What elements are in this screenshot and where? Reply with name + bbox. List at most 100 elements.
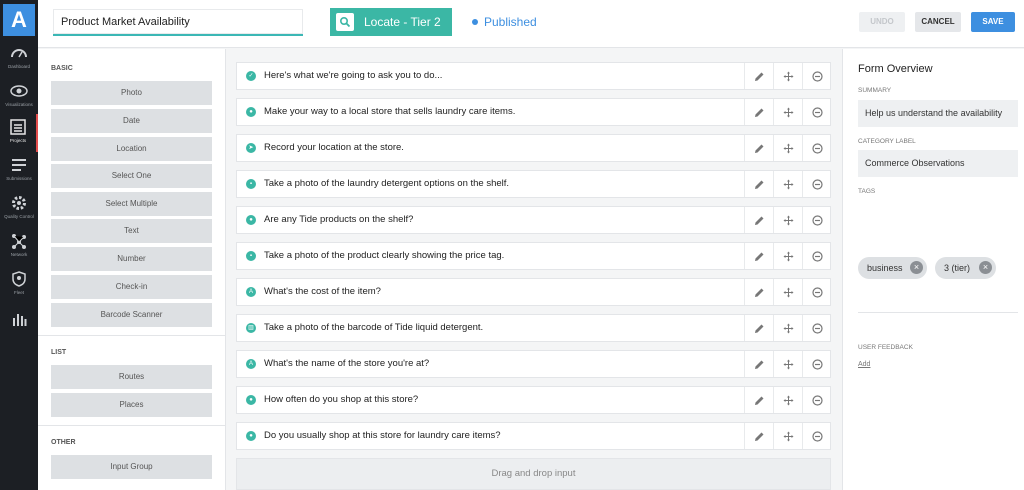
- palette-select-multiple-button[interactable]: Select Multiple: [51, 192, 212, 216]
- remove-icon[interactable]: [802, 315, 831, 341]
- move-icon[interactable]: [773, 63, 802, 89]
- remove-icon[interactable]: [802, 351, 831, 377]
- palette-photo-button[interactable]: Photo: [51, 81, 212, 105]
- nav-item-reports[interactable]: [0, 306, 38, 344]
- move-icon[interactable]: [773, 207, 802, 233]
- move-icon[interactable]: [773, 423, 802, 449]
- tag-label: business: [867, 263, 903, 273]
- question-text: Make your way to a local store that sell…: [264, 106, 516, 117]
- palette-location-button[interactable]: Location: [51, 137, 212, 161]
- tag-chip: 3 (tier) ×: [935, 257, 996, 279]
- remove-icon[interactable]: [802, 63, 831, 89]
- nav-label: Network: [10, 252, 28, 257]
- tag-label: 3 (tier): [944, 263, 971, 273]
- edit-icon[interactable]: [744, 171, 773, 197]
- question-text: Here's what we're going to ask you to do…: [264, 70, 443, 81]
- summary-field[interactable]: Help us understand the availability: [858, 100, 1018, 127]
- edit-icon[interactable]: [744, 387, 773, 413]
- drop-zone[interactable]: Drag and drop input: [236, 458, 831, 490]
- move-icon[interactable]: [773, 171, 802, 197]
- nav-label: Dashboard: [7, 64, 30, 69]
- question-text: Take a photo of the barcode of Tide liqu…: [264, 322, 484, 333]
- move-icon[interactable]: [773, 387, 802, 413]
- remove-icon[interactable]: [802, 171, 831, 197]
- palette-barcode-scanner-button[interactable]: Barcode Scanner: [51, 303, 212, 327]
- nav-label: Projects: [9, 138, 27, 143]
- nav-item-network[interactable]: Network: [0, 228, 38, 266]
- nav-label: Quality Control: [4, 214, 34, 219]
- barcode-icon: ▥: [246, 323, 256, 333]
- app-logo[interactable]: A: [3, 4, 35, 36]
- palette-routes-button[interactable]: Routes: [51, 365, 212, 389]
- summary-label: SUMMARY: [858, 87, 892, 94]
- locate-tier-button[interactable]: Locate - Tier 2: [330, 8, 452, 36]
- palette-places-button[interactable]: Places: [51, 393, 212, 417]
- question-row[interactable]: A What's the name of the store you're at?: [236, 350, 831, 378]
- network-icon: [12, 234, 26, 249]
- nav-item-quality-control[interactable]: Quality Control: [0, 190, 38, 228]
- nav-item-projects[interactable]: Projects: [0, 114, 38, 152]
- category-field[interactable]: Commerce Observations: [858, 150, 1018, 177]
- section-title-other: OTHER: [51, 439, 76, 446]
- divider: [38, 335, 226, 336]
- remove-icon[interactable]: [802, 387, 831, 413]
- undo-button[interactable]: UNDO: [859, 12, 905, 32]
- question-row[interactable]: ▪ Take a photo of the product clearly sho…: [236, 242, 831, 270]
- edit-icon[interactable]: [744, 315, 773, 341]
- gauge-icon: [11, 49, 27, 58]
- palette-text-button[interactable]: Text: [51, 219, 212, 243]
- move-icon[interactable]: [773, 99, 802, 125]
- edit-icon[interactable]: [744, 423, 773, 449]
- move-icon[interactable]: [773, 279, 802, 305]
- question-row[interactable]: ▥ Take a photo of the barcode of Tide liq…: [236, 314, 831, 342]
- edit-icon[interactable]: [744, 279, 773, 305]
- divider: [38, 425, 226, 426]
- palette-number-button[interactable]: Number: [51, 247, 212, 271]
- projects-icon: [10, 119, 26, 135]
- remove-icon[interactable]: [802, 207, 831, 233]
- move-icon[interactable]: [773, 135, 802, 161]
- remove-icon[interactable]: [802, 243, 831, 269]
- palette-input-group-button[interactable]: Input Group: [51, 455, 212, 479]
- remove-icon[interactable]: [802, 135, 831, 161]
- question-row[interactable]: ● Are any Tide products on the shelf?: [236, 206, 831, 234]
- move-icon[interactable]: [773, 351, 802, 377]
- remove-tag-icon[interactable]: ×: [910, 261, 923, 274]
- question-row[interactable]: A What's the cost of the item?: [236, 278, 831, 306]
- question-row[interactable]: ✓ Here's what we're going to ask you to d…: [236, 62, 831, 90]
- remove-icon[interactable]: [802, 279, 831, 305]
- palette-date-button[interactable]: Date: [51, 109, 212, 133]
- nav-item-fleet[interactable]: Fleet: [0, 266, 38, 304]
- move-icon[interactable]: [773, 315, 802, 341]
- remove-icon[interactable]: [802, 99, 831, 125]
- question-row[interactable]: ● Make your way to a local store that sel…: [236, 98, 831, 126]
- nav-label: Visualizations: [5, 102, 33, 107]
- status-badge: Published: [472, 15, 537, 29]
- nav-item-submissions[interactable]: Submissions: [0, 152, 38, 190]
- edit-icon[interactable]: [744, 243, 773, 269]
- question-row[interactable]: ▪ Take a photo of the laundry detergent o…: [236, 170, 831, 198]
- edit-icon[interactable]: [744, 99, 773, 125]
- palette-check-in-button[interactable]: Check-in: [51, 275, 212, 299]
- check-in-icon: ●: [246, 107, 256, 117]
- edit-icon[interactable]: [744, 351, 773, 377]
- question-row[interactable]: ● Do you usually shop at this store for l…: [236, 422, 831, 450]
- input-palette: BASIC Photo Date Location Select One Sel…: [38, 49, 226, 490]
- question-row[interactable]: ● How often do you shop at this store?: [236, 386, 831, 414]
- palette-select-one-button[interactable]: Select One: [51, 164, 212, 188]
- remove-icon[interactable]: [802, 423, 831, 449]
- move-icon[interactable]: [773, 243, 802, 269]
- edit-icon[interactable]: [744, 63, 773, 89]
- question-text: What's the name of the store you're at?: [264, 358, 430, 369]
- nav-item-dashboard[interactable]: Dashboard: [0, 40, 38, 78]
- edit-icon[interactable]: [744, 207, 773, 233]
- cancel-button[interactable]: CANCEL: [915, 12, 961, 32]
- save-button[interactable]: SAVE: [971, 12, 1015, 32]
- question-row[interactable]: ➤ Record your location at the store.: [236, 134, 831, 162]
- select-one-icon: ●: [246, 215, 256, 225]
- form-title-input[interactable]: [53, 9, 303, 36]
- nav-item-visualizations[interactable]: Visualizations: [0, 78, 38, 116]
- add-feedback-link[interactable]: Add: [858, 361, 870, 368]
- edit-icon[interactable]: [744, 135, 773, 161]
- remove-tag-icon[interactable]: ×: [979, 261, 992, 274]
